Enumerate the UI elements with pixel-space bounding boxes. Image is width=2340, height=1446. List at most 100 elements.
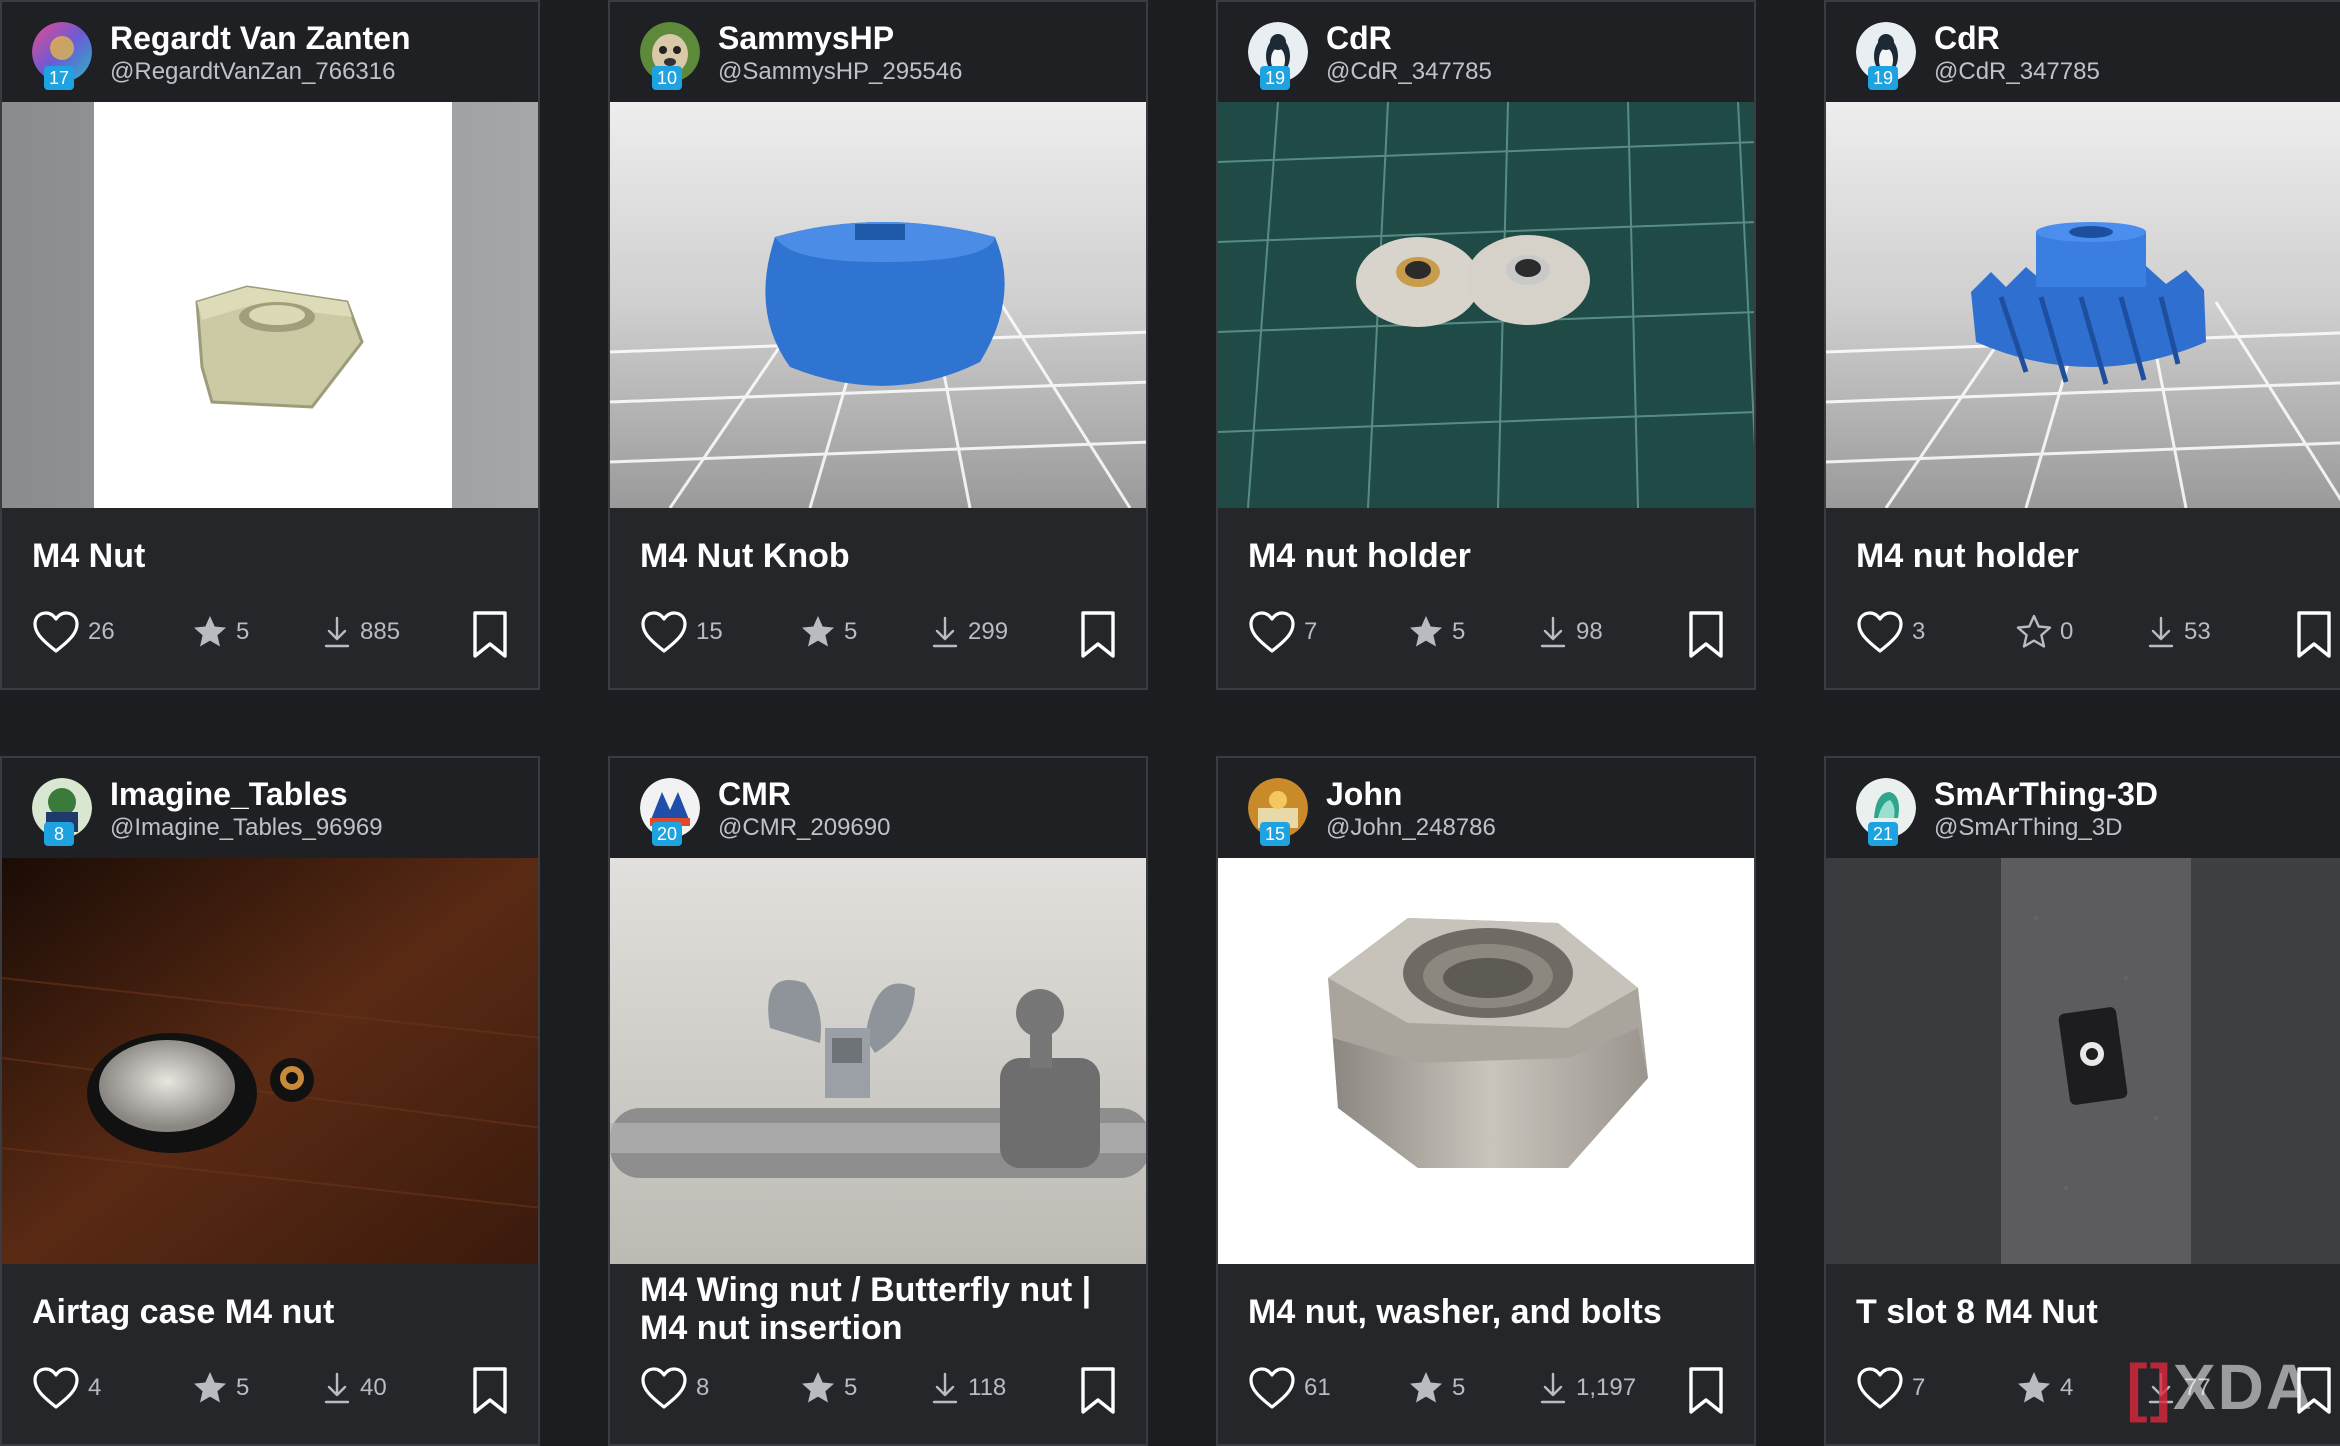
user-handle[interactable]: @John_248786 — [1326, 814, 1496, 842]
bookmark-icon[interactable] — [1686, 610, 1726, 660]
like-count: 15 — [696, 618, 723, 645]
model-thumbnail[interactable] — [1826, 102, 2340, 508]
rating-value: 5 — [236, 1374, 250, 1401]
user-handle[interactable]: @CdR_347785 — [1934, 58, 2100, 86]
model-card[interactable]: 8 Imagine_Tables @Imagine_Tables_96969 A… — [0, 756, 540, 1446]
level-badge: 20 — [652, 822, 682, 846]
avatar[interactable]: 21 — [1856, 778, 1916, 846]
rating: 5 — [1408, 610, 1465, 654]
user-handle[interactable]: @SammysHP_295546 — [718, 58, 962, 86]
rating-value: 5 — [1452, 618, 1466, 645]
download-icon — [1538, 1371, 1568, 1405]
star-icon — [800, 614, 836, 650]
heart-icon — [32, 610, 80, 654]
downloads: 1,197 — [1538, 1366, 1636, 1410]
bookmark-icon[interactable] — [2294, 610, 2334, 660]
download-icon — [930, 1371, 960, 1405]
user-name[interactable]: Regardt Van Zanten — [110, 20, 411, 57]
rating-value: 5 — [844, 1374, 858, 1401]
downloads: 885 — [322, 610, 400, 654]
level-badge: 15 — [1260, 822, 1290, 846]
user-name[interactable]: CdR — [1934, 20, 2000, 57]
stats-bar: 7 5 98 — [1218, 592, 1754, 672]
model-title[interactable]: Airtag case M4 nut — [32, 1293, 512, 1331]
model-thumbnail[interactable] — [1218, 858, 1754, 1264]
download-icon — [1538, 615, 1568, 649]
model-title[interactable]: M4 nut holder — [1248, 537, 1728, 575]
like-button[interactable]: 7 — [1248, 610, 1317, 654]
download-icon — [2146, 615, 2176, 649]
level-badge: 21 — [1868, 822, 1898, 846]
model-thumbnail[interactable] — [610, 102, 1146, 508]
avatar[interactable]: 17 — [32, 22, 92, 90]
downloads: 40 — [322, 1366, 387, 1410]
bookmark-icon[interactable] — [1078, 1366, 1118, 1416]
stats-bar: 61 5 1,197 — [1218, 1348, 1754, 1428]
user-name[interactable]: Imagine_Tables — [110, 776, 348, 813]
like-count: 4 — [88, 1374, 102, 1401]
user-name[interactable]: SammysHP — [718, 20, 894, 57]
avatar[interactable]: 15 — [1248, 778, 1308, 846]
card-header: 8 Imagine_Tables @Imagine_Tables_96969 — [2, 758, 538, 858]
model-card[interactable]: 15 John @John_248786 M4 nut, washer, and… — [1216, 756, 1756, 1446]
card-header: 10 SammysHP @SammysHP_295546 — [610, 2, 1146, 102]
model-card[interactable]: 17 Regardt Van Zanten @RegardtVanZan_766… — [0, 0, 540, 690]
bookmark-icon[interactable] — [1078, 610, 1118, 660]
model-title[interactable]: M4 nut, washer, and bolts — [1248, 1293, 1728, 1331]
avatar[interactable]: 10 — [640, 22, 700, 90]
user-handle[interactable]: @RegardtVanZan_766316 — [110, 58, 395, 86]
model-title[interactable]: M4 Wing nut / Butterfly nut | M4 nut ins… — [640, 1271, 1120, 1347]
download-count: 299 — [968, 618, 1009, 645]
level-badge: 17 — [44, 66, 74, 90]
like-count: 61 — [1304, 1374, 1331, 1401]
model-thumbnail[interactable] — [1218, 102, 1754, 508]
heart-icon — [1856, 610, 1904, 654]
model-card[interactable]: 19 CdR @CdR_347785 M4 nut holder 3 0 53 — [1824, 0, 2340, 690]
downloads: 299 — [930, 610, 1008, 654]
like-button[interactable]: 61 — [1248, 1366, 1331, 1410]
rating-value: 5 — [1452, 1374, 1466, 1401]
bookmark-icon[interactable] — [470, 1366, 510, 1416]
model-title[interactable]: T slot 8 M4 Nut — [1856, 1293, 2336, 1331]
stats-bar: 8 5 118 — [610, 1348, 1146, 1428]
model-card[interactable]: 19 CdR @CdR_347785 M4 nut holder 7 5 98 — [1216, 0, 1756, 690]
like-button[interactable]: 3 — [1856, 610, 1925, 654]
like-button[interactable]: 4 — [32, 1366, 101, 1410]
user-name[interactable]: John — [1326, 776, 1402, 813]
star-icon — [192, 614, 228, 650]
level-badge: 19 — [1868, 66, 1898, 90]
like-button[interactable]: 15 — [640, 610, 723, 654]
avatar[interactable]: 8 — [32, 778, 92, 846]
stats-bar: 4 5 40 — [2, 1348, 538, 1428]
model-thumbnail[interactable] — [2, 858, 538, 1264]
star-icon — [2016, 1370, 2052, 1406]
model-title[interactable]: M4 Nut Knob — [640, 537, 1120, 575]
user-name[interactable]: CdR — [1326, 20, 1392, 57]
model-card[interactable]: 20 CMR @CMR_209690 M4 Wing nut / Butterf… — [608, 756, 1148, 1446]
user-name[interactable]: CMR — [718, 776, 791, 813]
model-thumbnail[interactable] — [1826, 858, 2340, 1264]
user-handle[interactable]: @CMR_209690 — [718, 814, 890, 842]
user-handle[interactable]: @SmArThing_3D — [1934, 814, 2122, 842]
avatar[interactable]: 19 — [1248, 22, 1308, 90]
model-card[interactable]: 21 SmArThing-3D @SmArThing_3D T slot 8 M… — [1824, 756, 2340, 1446]
heart-icon — [1856, 1366, 1904, 1410]
avatar[interactable]: 20 — [640, 778, 700, 846]
rating: 5 — [1408, 1366, 1465, 1410]
model-thumbnail[interactable] — [610, 858, 1146, 1264]
avatar[interactable]: 19 — [1856, 22, 1916, 90]
card-header: 20 CMR @CMR_209690 — [610, 758, 1146, 858]
model-card[interactable]: 10 SammysHP @SammysHP_295546 M4 Nut Knob… — [608, 0, 1148, 690]
like-button[interactable]: 7 — [1856, 1366, 1925, 1410]
user-handle[interactable]: @CdR_347785 — [1326, 58, 1492, 86]
like-button[interactable]: 26 — [32, 610, 115, 654]
like-button[interactable]: 8 — [640, 1366, 709, 1410]
model-thumbnail[interactable] — [2, 102, 538, 508]
user-name[interactable]: SmArThing-3D — [1934, 776, 2158, 813]
user-handle[interactable]: @Imagine_Tables_96969 — [110, 814, 383, 842]
bookmark-icon[interactable] — [1686, 1366, 1726, 1416]
model-title[interactable]: M4 nut holder — [1856, 537, 2336, 575]
bookmark-icon[interactable] — [470, 610, 510, 660]
stats-bar: 26 5 885 — [2, 592, 538, 672]
model-title[interactable]: M4 Nut — [32, 537, 512, 575]
